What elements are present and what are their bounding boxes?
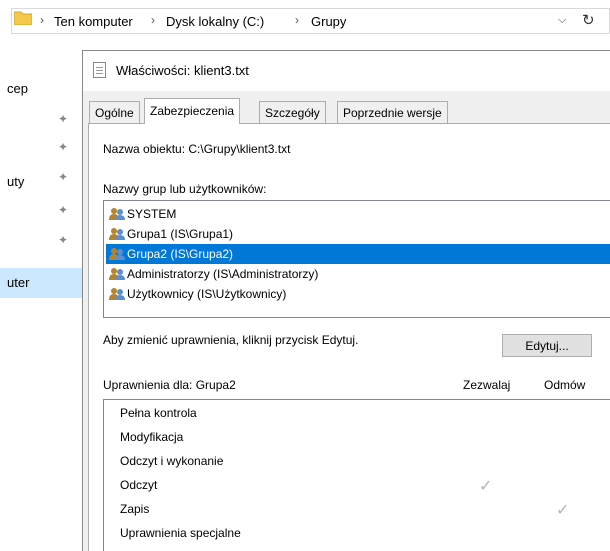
refresh-icon[interactable]: ↻: [582, 11, 595, 29]
nav-item-partial-1[interactable]: cep: [7, 81, 28, 96]
tab-zabezpieczenia[interactable]: Zabezpieczenia: [144, 98, 241, 124]
permission-name: Uprawnienia specjalne: [120, 526, 241, 540]
nav-item-partial-2[interactable]: uty: [7, 174, 24, 189]
navigation-pane: cep ✦ ✦ uty ✦ ✦ ✦ uter: [0, 40, 82, 551]
tab-strip: Ogólne Zabezpieczenia Szczegóły Poprzedn…: [83, 98, 610, 124]
group-name: Grupa1 (IS\Grupa1): [127, 227, 234, 241]
tab-ogolne[interactable]: Ogólne: [89, 101, 140, 123]
user-group-icon: [109, 208, 125, 220]
breadcrumb-separator: ›: [151, 13, 155, 27]
object-name-label: Nazwa obiektu: C:\Grupy\klient3.txt: [103, 142, 291, 156]
groups-list[interactable]: SYSTEM Grupa1 (IS\Grupa1) Grupa2 (IS\Grupa…: [103, 200, 610, 318]
group-name: SYSTEM: [127, 207, 177, 221]
groups-label: Nazwy grup lub użytkowników:: [103, 182, 267, 196]
pin-icon: ✦: [58, 112, 69, 126]
allow-check-icon: ✓: [479, 478, 493, 495]
group-list-item[interactable]: Administratorzy (IS\Administratorzy): [106, 264, 610, 284]
user-group-icon: [109, 228, 125, 240]
permission-name: Modyfikacja: [120, 430, 184, 444]
user-group-icon: [109, 248, 125, 260]
group-name: Użytkownicy (IS\Użytkownicy): [127, 287, 287, 301]
permission-name: Pełna kontrola: [120, 406, 197, 420]
breadcrumb-ten-komputer[interactable]: Ten komputer: [54, 14, 133, 29]
deny-check-icon: ✓: [556, 502, 570, 519]
group-name: Administratorzy (IS\Administratorzy): [127, 267, 319, 281]
edit-button[interactable]: Edytuj...: [502, 334, 592, 357]
user-group-icon: [109, 288, 125, 300]
permissions-for-label: Uprawnienia dla: Grupa2: [103, 378, 236, 392]
folder-icon: [14, 11, 32, 25]
breadcrumb-dysk-lokalny[interactable]: Dysk lokalny (C:): [166, 14, 264, 29]
permissions-list: Pełna kontrola Modyfikacja Odczyt i wykona…: [103, 399, 610, 551]
group-list-item[interactable]: SYSTEM: [106, 204, 610, 224]
tab-szczegoly[interactable]: Szczegóły: [259, 101, 326, 123]
chevron-down-icon[interactable]: ⌵: [558, 14, 566, 27]
breadcrumb-grupy[interactable]: Grupy: [311, 14, 346, 29]
permission-name: Odczyt: [120, 478, 158, 492]
user-group-icon: [109, 268, 125, 280]
properties-dialog: Właściwości: klient3.txt Ogólne Zabezpie…: [82, 50, 610, 551]
pin-icon: ✦: [58, 140, 69, 154]
breadcrumb-separator: ›: [40, 13, 44, 27]
nav-item-partial-3[interactable]: uter: [7, 275, 29, 290]
dialog-title: Właściwości: klient3.txt: [116, 63, 249, 78]
pin-icon: ✦: [58, 233, 69, 247]
permission-name: Zapis: [120, 502, 150, 516]
pin-icon: ✦: [58, 203, 69, 217]
group-list-item[interactable]: Grupa1 (IS\Grupa1): [106, 224, 610, 244]
text-file-icon: [93, 62, 106, 78]
breadcrumb-separator: ›: [295, 13, 299, 27]
group-list-item[interactable]: Użytkownicy (IS\Użytkownicy): [106, 284, 610, 304]
dialog-titlebar: Właściwości: klient3.txt: [83, 51, 610, 91]
change-permissions-hint: Aby zmienić uprawnienia, kliknij przycis…: [103, 333, 359, 347]
pin-icon: ✦: [58, 170, 69, 184]
group-name: Grupa2 (IS\Grupa2): [127, 247, 234, 261]
group-list-item[interactable]: Grupa2 (IS\Grupa2): [106, 244, 610, 264]
address-bar: › Ten komputer › Dysk lokalny (C:) › Gru…: [0, 0, 610, 40]
tab-poprzednie-wersje[interactable]: Poprzednie wersje: [337, 101, 448, 123]
security-tab-panel: Nazwa obiektu: C:\Grupy\klient3.txt Nazw…: [88, 123, 610, 551]
allow-column-header: Zezwalaj: [463, 378, 511, 392]
deny-column-header: Odmów: [544, 378, 586, 392]
permission-name: Odczyt i wykonanie: [120, 454, 224, 468]
